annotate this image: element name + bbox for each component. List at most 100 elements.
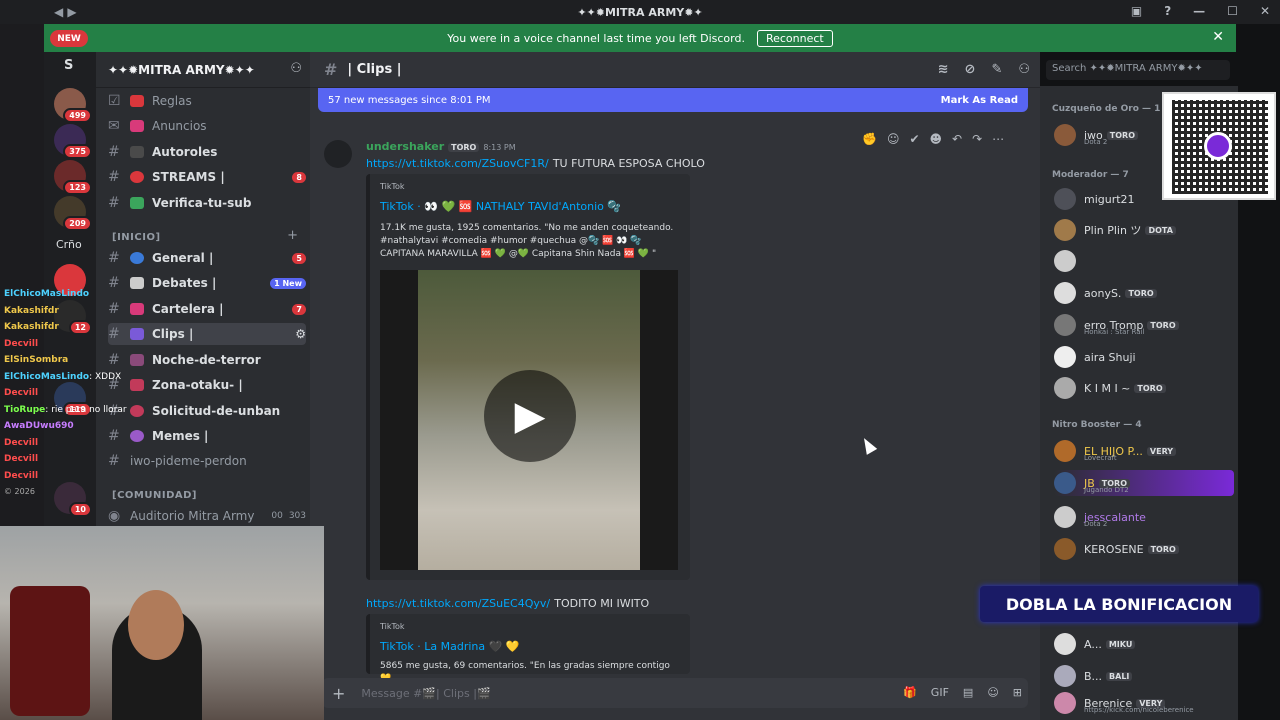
threads-icon[interactable]: ≋ bbox=[938, 62, 949, 77]
add-channel-icon[interactable]: + bbox=[287, 228, 298, 243]
emoji-icon[interactable]: ☺ bbox=[987, 686, 998, 699]
members-icon[interactable]: ⚇ bbox=[1018, 62, 1030, 77]
channel-item[interactable]: # Autoroles bbox=[108, 141, 306, 163]
member-item[interactable]: JB TORO Jugando DT2 bbox=[1054, 470, 1234, 496]
check-icon[interactable]: ✔ bbox=[909, 132, 919, 146]
server-label[interactable]: Crño bbox=[56, 238, 82, 251]
channel-item[interactable]: # STREAMS | 8 bbox=[108, 166, 306, 188]
member-item[interactable]: Plin Plin ツ DOTA bbox=[1054, 217, 1234, 243]
window-controls: ▣ ? — ☐ ✕ bbox=[1131, 4, 1270, 18]
sticker-icon[interactable]: ▤ bbox=[963, 686, 973, 699]
mute-icon[interactable]: ⊘ bbox=[965, 62, 976, 77]
forward-icon[interactable]: ↷ bbox=[972, 132, 982, 146]
minimize-button[interactable]: — bbox=[1193, 4, 1205, 18]
more-icon[interactable]: ⋯ bbox=[992, 132, 1004, 146]
server-letter[interactable]: S bbox=[64, 58, 73, 73]
voice-banner: You were in a voice channel last time yo… bbox=[44, 24, 1236, 52]
play-icon[interactable]: ▶ bbox=[484, 370, 576, 462]
username[interactable]: undershaker bbox=[366, 140, 444, 153]
embed-title[interactable]: TikTok · 👀 💚 🆘 NATHALY TAVId'Antonio 🫧 bbox=[380, 200, 621, 213]
inbox-icon[interactable]: ▣ bbox=[1131, 4, 1142, 18]
member-item[interactable]: A... MIKU bbox=[1054, 631, 1234, 657]
chat-line: ElChicoMasLindo bbox=[4, 289, 90, 299]
new-messages-bar[interactable]: 57 new messages since 8:01 PM Mark As Re… bbox=[318, 88, 1028, 112]
avatar bbox=[1054, 188, 1076, 210]
message-composer[interactable]: + Message #🎬| Clips |🎬 🎁 GIF ▤ ☺ ⊞ bbox=[322, 678, 1028, 708]
chat-line: Kakashifdr bbox=[4, 305, 59, 316]
nav-arrows-icon[interactable]: ◀ ▶ bbox=[54, 5, 77, 19]
reconnect-button[interactable]: Reconnect bbox=[756, 29, 833, 47]
member-item[interactable]: EL HIJO P... VERY Lovecraft bbox=[1054, 438, 1234, 464]
member-item[interactable]: aira Shuji bbox=[1054, 344, 1234, 370]
megaphone-icon: ✉ bbox=[108, 118, 120, 134]
member-item[interactable]: KEROSENE TORO bbox=[1054, 536, 1234, 562]
help-icon[interactable]: ? bbox=[1164, 4, 1171, 18]
avatar bbox=[1054, 219, 1076, 241]
message-link[interactable]: https://vt.tiktok.com/ZSuEC4Qyv/ bbox=[366, 597, 550, 610]
embed-title[interactable]: TikTok · La Madrina 🖤 💛 bbox=[380, 640, 520, 653]
reaction-icon[interactable]: ☺ bbox=[887, 132, 900, 146]
server-icon[interactable]: 499 bbox=[54, 88, 92, 123]
chat-line: ElSinSombra bbox=[4, 355, 69, 365]
streamer-face bbox=[128, 590, 184, 660]
settings-icon[interactable]: ⚙ bbox=[295, 327, 306, 341]
member-item[interactable]: B... BALI bbox=[1054, 663, 1234, 689]
member-item[interactable] bbox=[1054, 248, 1234, 274]
guild-header[interactable]: ✦✦✹MITRA ARMY✹✦✦ ⚇ bbox=[96, 52, 310, 88]
channel-item[interactable]: ☑ Reglas bbox=[108, 90, 306, 112]
close-button[interactable]: ✕ bbox=[1260, 4, 1270, 18]
mark-as-read-button[interactable]: Mark As Read bbox=[941, 95, 1018, 106]
voice-channel[interactable]: ◉ Auditorio Mitra Army 00 303 bbox=[108, 505, 306, 527]
window-title: ✦✦✹MITRA ARMY✹✦ bbox=[577, 5, 703, 19]
avatar[interactable] bbox=[324, 140, 352, 168]
hash-icon: # bbox=[108, 195, 120, 211]
composer-icons: 🎁 GIF ▤ ☺ ⊞ bbox=[903, 686, 1022, 699]
chat-line: TioRupe: rie para no llorar bbox=[4, 404, 127, 415]
reply-icon[interactable]: ↶ bbox=[952, 132, 962, 146]
close-icon[interactable]: ✕ bbox=[1212, 29, 1224, 45]
member-category: Moderador — 7 bbox=[1052, 170, 1129, 180]
channel-item[interactable]: # General | 5 bbox=[108, 247, 306, 269]
embed-desc: 17.1K me gusta, 1925 comentarios. "No me… bbox=[380, 223, 674, 233]
link-embed: TikTok TikTok · La Madrina 🖤 💛 5865 me g… bbox=[366, 614, 690, 684]
message-input[interactable]: Message #🎬| Clips |🎬 bbox=[361, 687, 490, 700]
video-thumbnail[interactable]: ▶ bbox=[380, 270, 678, 570]
gift-icon[interactable]: 🎁 bbox=[903, 686, 917, 699]
server-icon[interactable]: 209 bbox=[54, 196, 92, 231]
channel-emoji-icon bbox=[130, 197, 144, 209]
apps-icon[interactable]: ⊞ bbox=[1013, 686, 1022, 699]
gif-icon[interactable]: GIF bbox=[931, 686, 949, 699]
member-item[interactable]: K I M I ~ TORO bbox=[1054, 375, 1234, 401]
server-icon[interactable]: 375 bbox=[54, 124, 92, 159]
chat-line: Kakashifdr bbox=[4, 322, 59, 332]
pin-icon[interactable]: ✎ bbox=[991, 62, 1002, 77]
reaction-icon[interactable]: ✊ bbox=[862, 132, 877, 146]
embed-desc: #nathalytavi #comedia #humor #quechua @🫧… bbox=[380, 236, 642, 246]
bonus-banner: DOBLA LA BONIFICACION bbox=[980, 586, 1258, 622]
role-tag: TORO bbox=[448, 143, 480, 152]
add-member-icon[interactable]: ⚇ bbox=[290, 61, 302, 76]
category-inicio[interactable]: [INICIO] bbox=[112, 232, 161, 243]
member-item[interactable]: aonyS. TORO bbox=[1054, 280, 1234, 306]
avatar bbox=[1054, 124, 1076, 146]
stream-chat-overlay: ElChicoMasLindo Kakashifdr Kakashifdr De… bbox=[4, 286, 144, 496]
server-icon[interactable]: 123 bbox=[54, 160, 92, 195]
channel-item[interactable]: # Verifica-tu-sub bbox=[108, 192, 306, 214]
chat-line: ElChicoMasLindo: XDDX bbox=[4, 371, 122, 382]
channel-header: # | Clips | ≋ ⊘ ✎ ⚇ bbox=[310, 52, 1040, 88]
member-item[interactable]: erro Tromp TORO Honkai : Star Rail bbox=[1054, 312, 1234, 338]
avatar bbox=[1054, 250, 1076, 272]
webcam-overlay bbox=[0, 526, 324, 720]
voice-banner-text: You were in a voice channel last time yo… bbox=[447, 31, 745, 45]
message-link[interactable]: https://vt.tiktok.com/ZSuovCF1R/ bbox=[366, 157, 549, 170]
plus-icon[interactable]: + bbox=[332, 684, 345, 703]
message-header: undershaker TORO 8:13 PM bbox=[366, 140, 516, 153]
member-item[interactable]: jesscalante Dota 2 bbox=[1054, 504, 1234, 530]
member-item[interactable]: Berenice VERY https://kick.com/nicoleberen… bbox=[1054, 690, 1234, 716]
link-embed: TikTok TikTok · 👀 💚 🆘 NATHALY TAVId'Anto… bbox=[366, 174, 690, 580]
search-input[interactable]: Search ✦✦✹MITRA ARMY✹✦✦ bbox=[1046, 60, 1230, 80]
avatar bbox=[1054, 440, 1076, 462]
add-reaction-icon[interactable]: ☻ bbox=[930, 132, 943, 146]
maximize-button[interactable]: ☐ bbox=[1227, 4, 1238, 18]
channel-item[interactable]: ✉ Anuncios bbox=[108, 115, 306, 137]
